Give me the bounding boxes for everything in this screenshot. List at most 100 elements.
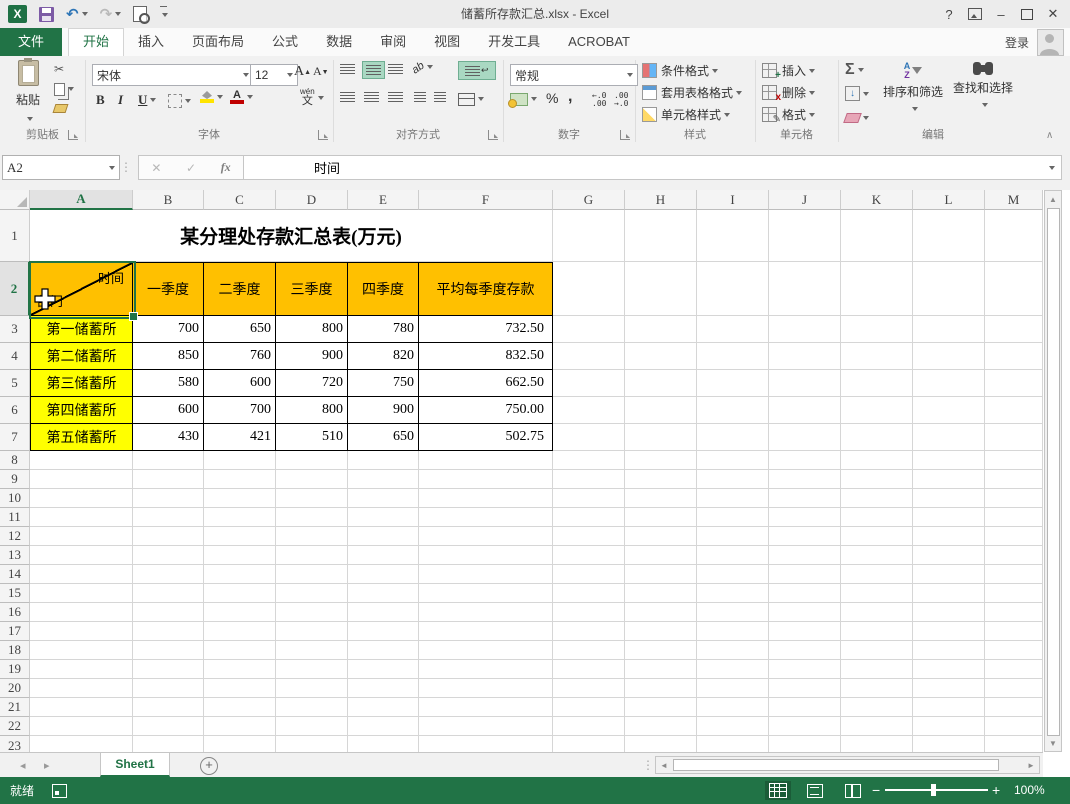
increase-font-button[interactable]: A▲ bbox=[294, 64, 311, 80]
title-cell[interactable]: 某分理处存款汇总表(万元) bbox=[30, 210, 553, 262]
cell-A20[interactable] bbox=[30, 679, 133, 698]
cell-H22[interactable] bbox=[625, 717, 697, 736]
cell-B17[interactable] bbox=[133, 622, 204, 641]
cell-J17[interactable] bbox=[769, 622, 841, 641]
column-header-A[interactable]: A bbox=[30, 190, 133, 210]
cell-B18[interactable] bbox=[133, 641, 204, 660]
value-cell[interactable]: 600 bbox=[133, 397, 204, 424]
cell-L18[interactable] bbox=[913, 641, 985, 660]
cell-J1[interactable] bbox=[769, 210, 841, 262]
cell-B12[interactable] bbox=[133, 527, 204, 546]
value-cell[interactable]: 760 bbox=[204, 343, 276, 370]
quarter-header-cell[interactable]: 四季度 bbox=[348, 262, 419, 316]
column-header-E[interactable]: E bbox=[348, 190, 419, 210]
cell-I3[interactable] bbox=[697, 316, 769, 343]
value-cell[interactable]: 502.75 bbox=[419, 424, 553, 451]
cell-E14[interactable] bbox=[348, 565, 419, 584]
cell-K3[interactable] bbox=[841, 316, 913, 343]
select-all-corner[interactable] bbox=[0, 190, 30, 210]
tab-公式[interactable]: 公式 bbox=[258, 28, 312, 55]
value-cell[interactable]: 421 bbox=[204, 424, 276, 451]
cell-E17[interactable] bbox=[348, 622, 419, 641]
cell-K16[interactable] bbox=[841, 603, 913, 622]
cell-G1[interactable] bbox=[553, 210, 625, 262]
borders-button[interactable] bbox=[168, 94, 191, 108]
clipboard-dialog-launcher[interactable] bbox=[68, 130, 78, 140]
cell-J21[interactable] bbox=[769, 698, 841, 717]
quarter-header-cell[interactable]: 平均每季度存款 bbox=[419, 262, 553, 316]
print-preview-button[interactable] bbox=[133, 6, 147, 22]
increase-indent-button[interactable] bbox=[434, 92, 446, 102]
align-left-button[interactable] bbox=[340, 92, 355, 102]
quarter-header-cell[interactable]: 二季度 bbox=[204, 262, 276, 316]
value-cell[interactable]: 650 bbox=[348, 424, 419, 451]
cell-H23[interactable] bbox=[625, 736, 697, 752]
decrease-decimal-button[interactable]: .00→.0 bbox=[614, 92, 628, 108]
font-name-select[interactable]: 宋体 bbox=[92, 64, 254, 86]
row-header-4[interactable]: 4 bbox=[0, 343, 30, 370]
insert-function-button[interactable]: fx bbox=[221, 160, 231, 175]
column-header-F[interactable]: F bbox=[419, 190, 553, 210]
cell-C22[interactable] bbox=[204, 717, 276, 736]
cell-F17[interactable] bbox=[419, 622, 553, 641]
align-bottom-button[interactable] bbox=[388, 64, 403, 74]
cell-G6[interactable] bbox=[553, 397, 625, 424]
cell-M13[interactable] bbox=[985, 546, 1043, 565]
namebox-splitter[interactable]: ⋮ bbox=[120, 160, 132, 174]
row-header-11[interactable]: 11 bbox=[0, 508, 30, 527]
vertical-scroll-thumb[interactable] bbox=[1047, 208, 1060, 736]
column-header-G[interactable]: G bbox=[553, 190, 625, 210]
cell-B23[interactable] bbox=[133, 736, 204, 752]
row-header-3[interactable]: 3 bbox=[0, 316, 30, 343]
tab-数据[interactable]: 数据 bbox=[312, 28, 366, 55]
cell-L3[interactable] bbox=[913, 316, 985, 343]
cell-I5[interactable] bbox=[697, 370, 769, 397]
row-header-18[interactable]: 18 bbox=[0, 641, 30, 660]
cell-D19[interactable] bbox=[276, 660, 348, 679]
bank-name-cell[interactable]: 第五储蓄所 bbox=[30, 424, 133, 451]
horizontal-scrollbar[interactable]: ◄ ► bbox=[655, 756, 1040, 774]
cell-M22[interactable] bbox=[985, 717, 1043, 736]
cell-L1[interactable] bbox=[913, 210, 985, 262]
cell-H9[interactable] bbox=[625, 470, 697, 489]
cell-D8[interactable] bbox=[276, 451, 348, 470]
cell-G22[interactable] bbox=[553, 717, 625, 736]
cell-A12[interactable] bbox=[30, 527, 133, 546]
sort-filter-button[interactable]: AZ 排序和筛选 bbox=[880, 62, 946, 116]
comma-button[interactable]: , bbox=[568, 88, 572, 106]
column-header-J[interactable]: J bbox=[769, 190, 841, 210]
value-cell[interactable]: 732.50 bbox=[419, 316, 553, 343]
cell-G8[interactable] bbox=[553, 451, 625, 470]
cell-C15[interactable] bbox=[204, 584, 276, 603]
cell-E9[interactable] bbox=[348, 470, 419, 489]
cell-I23[interactable] bbox=[697, 736, 769, 752]
cell-styles-button[interactable]: 单元格样式 bbox=[642, 106, 730, 123]
column-header-D[interactable]: D bbox=[276, 190, 348, 210]
cell-F15[interactable] bbox=[419, 584, 553, 603]
align-middle-button[interactable] bbox=[362, 61, 385, 79]
zoom-in-button[interactable]: + bbox=[992, 782, 1000, 798]
cell-D14[interactable] bbox=[276, 565, 348, 584]
cell-D16[interactable] bbox=[276, 603, 348, 622]
scroll-right-arrow[interactable]: ► bbox=[1025, 757, 1037, 773]
cell-I1[interactable] bbox=[697, 210, 769, 262]
format-painter-button[interactable] bbox=[54, 104, 67, 113]
bank-name-cell[interactable]: 第一储蓄所 bbox=[30, 316, 133, 343]
cell-H4[interactable] bbox=[625, 343, 697, 370]
cancel-button[interactable]: ✕ bbox=[151, 161, 161, 175]
row-header-6[interactable]: 6 bbox=[0, 397, 30, 424]
cell-E23[interactable] bbox=[348, 736, 419, 752]
cell-E19[interactable] bbox=[348, 660, 419, 679]
cell-L21[interactable] bbox=[913, 698, 985, 717]
cell-C18[interactable] bbox=[204, 641, 276, 660]
cell-M21[interactable] bbox=[985, 698, 1043, 717]
cell-H20[interactable] bbox=[625, 679, 697, 698]
cell-M3[interactable] bbox=[985, 316, 1043, 343]
sign-in-link[interactable]: 登录 bbox=[1005, 34, 1029, 51]
cell-H18[interactable] bbox=[625, 641, 697, 660]
cell-I8[interactable] bbox=[697, 451, 769, 470]
cell-J7[interactable] bbox=[769, 424, 841, 451]
find-select-button[interactable]: 查找和选择 bbox=[950, 62, 1016, 112]
cell-F13[interactable] bbox=[419, 546, 553, 565]
cell-B10[interactable] bbox=[133, 489, 204, 508]
